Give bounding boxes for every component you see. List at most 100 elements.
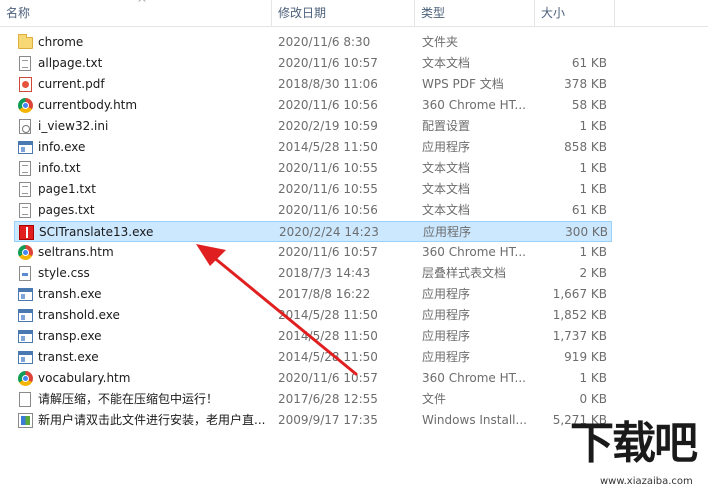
- file-size: 61 KB: [571, 203, 607, 217]
- chrome-html-icon: [18, 245, 33, 260]
- file-row[interactable]: transp.exe 2014/5/28 11:50 应用程序 1,737 KB: [14, 326, 612, 347]
- file-row[interactable]: current.pdf 2018/8/30 11:06 WPS PDF 文档 378 …: [14, 74, 612, 95]
- file-type: 应用程序: [422, 308, 471, 322]
- file-row[interactable]: 请解压缩，不能在压缩包中运行！ 2017/6/28 12:55 文件 0 KB: [14, 389, 612, 410]
- watermark-logo: 下载吧 www.xiazaiba.com: [570, 414, 708, 500]
- file-date: 2020/11/6 10:56: [278, 203, 378, 217]
- file-size: 1 KB: [579, 371, 607, 385]
- file-row[interactable]: SCITranslate13.exe 2020/2/24 14:23 应用程序 300…: [14, 221, 612, 242]
- exe-file-icon: [18, 141, 33, 154]
- file-name: current.pdf: [38, 77, 105, 91]
- file-size: 1 KB: [579, 182, 607, 196]
- file-name: page1.txt: [38, 182, 96, 196]
- file-size: [534, 32, 607, 53]
- file-date: 2020/2/24 14:23: [279, 225, 379, 239]
- file-row[interactable]: vocabulary.htm 2020/11/6 10:57 360 Chrome …: [14, 368, 612, 389]
- installer-file-icon: [18, 413, 33, 428]
- file-row[interactable]: currentbody.htm 2020/11/6 10:56 360 Chrome…: [14, 95, 612, 116]
- file-size: 1,667 KB: [552, 287, 607, 301]
- file-date: 2020/11/6 10:55: [278, 161, 378, 175]
- column-header-bar: ^ 名称 修改日期 类型 大小: [0, 0, 708, 27]
- file-name: info.exe: [38, 140, 86, 154]
- file-type: 层叠样式表文档: [422, 266, 507, 280]
- text-file-icon: [19, 56, 31, 71]
- file-size: 1,852 KB: [552, 308, 607, 322]
- file-type: 应用程序: [422, 287, 471, 301]
- chrome-html-icon: [18, 98, 33, 113]
- file-type: 360 Chrome HT...: [422, 98, 526, 112]
- file-name: allpage.txt: [38, 56, 103, 70]
- file-size: 919 KB: [564, 350, 607, 364]
- file-date: 2020/11/6 10:57: [278, 245, 378, 259]
- file-size: 1 KB: [579, 119, 607, 133]
- file-type: 应用程序: [422, 329, 471, 343]
- file-row[interactable]: pages.txt 2020/11/6 10:56 文本文档 61 KB: [14, 200, 612, 221]
- file-date: 2020/11/6 10:57: [278, 371, 378, 385]
- column-header-type[interactable]: 类型: [415, 0, 535, 26]
- file-size: 300 KB: [565, 225, 608, 239]
- file-name: SCITranslate13.exe: [39, 225, 154, 239]
- file-row[interactable]: info.exe 2014/5/28 11:50 应用程序 858 KB: [14, 137, 612, 158]
- pdf-file-icon: [19, 77, 32, 92]
- file-name: seltrans.htm: [38, 245, 114, 259]
- exe-file-icon: [18, 288, 33, 301]
- column-header-name[interactable]: 名称: [0, 0, 272, 26]
- file-date: 2014/5/28 11:50: [278, 308, 378, 322]
- column-header-size[interactable]: 大小: [535, 0, 615, 26]
- exe-file-icon: [18, 330, 33, 343]
- file-type: 文本文档: [422, 56, 471, 70]
- file-name: transh.exe: [38, 287, 102, 301]
- file-name: 新用户请双击此文件进行安装，老用户直...: [38, 413, 266, 427]
- file-name: chrome: [38, 35, 84, 49]
- file-row[interactable]: style.css 2018/7/3 14:43 层叠样式表文档 2 KB: [14, 263, 612, 284]
- file-date: 2018/7/3 14:43: [278, 266, 371, 280]
- file-name: i_view32.ini: [38, 119, 109, 133]
- file-size: 0 KB: [579, 392, 607, 406]
- text-file-icon: [19, 182, 31, 197]
- file-name: vocabulary.htm: [38, 371, 131, 385]
- file-type: 文本文档: [422, 161, 471, 175]
- file-type: 配置设置: [422, 119, 471, 133]
- file-type: WPS PDF 文档: [422, 77, 504, 91]
- file-row[interactable]: info.txt 2020/11/6 10:55 文本文档 1 KB: [14, 158, 612, 179]
- file-type: 360 Chrome HT...: [422, 371, 526, 385]
- watermark-url: www.xiazaiba.com: [600, 476, 693, 487]
- file-row[interactable]: i_view32.ini 2020/2/19 10:59 配置设置 1 KB: [14, 116, 612, 137]
- file-row[interactable]: transhold.exe 2014/5/28 11:50 应用程序 1,852 KB: [14, 305, 612, 326]
- blank-file-icon: [19, 392, 31, 407]
- column-header-date[interactable]: 修改日期: [272, 0, 415, 26]
- text-file-icon: [19, 203, 31, 218]
- file-row[interactable]: allpage.txt 2020/11/6 10:57 文本文档 61 KB: [14, 53, 612, 74]
- chrome-html-icon: [18, 371, 33, 386]
- file-type: 应用程序: [422, 350, 471, 364]
- file-date: 2014/5/28 11:50: [278, 329, 378, 343]
- file-date: 2009/9/17 17:35: [278, 413, 378, 427]
- file-row[interactable]: seltrans.htm 2020/11/6 10:57 360 Chrome HT…: [14, 242, 612, 263]
- file-type: 360 Chrome HT...: [422, 245, 526, 259]
- file-name: pages.txt: [38, 203, 95, 217]
- exe-file-icon: [18, 351, 33, 364]
- text-file-icon: [19, 161, 31, 176]
- watermark-title: 下载吧: [570, 418, 698, 469]
- file-size: 58 KB: [571, 98, 607, 112]
- red-app-icon: [19, 225, 34, 240]
- file-row[interactable]: page1.txt 2020/11/6 10:55 文本文档 1 KB: [14, 179, 612, 200]
- file-type: Windows Install...: [422, 413, 527, 427]
- file-size: 1 KB: [579, 161, 607, 175]
- file-name: transp.exe: [38, 329, 102, 343]
- file-name: transt.exe: [38, 350, 99, 364]
- file-row[interactable]: transt.exe 2014/5/28 11:50 应用程序 919 KB: [14, 347, 612, 368]
- file-row[interactable]: 新用户请双击此文件进行安装，老用户直... 2009/9/17 17:35 Wind…: [14, 410, 612, 431]
- file-date: 2014/5/28 11:50: [278, 140, 378, 154]
- file-size: 1 KB: [579, 245, 607, 259]
- file-size: 2 KB: [579, 266, 607, 280]
- file-date: 2020/11/6 10:57: [278, 56, 378, 70]
- file-date: 2014/5/28 11:50: [278, 350, 378, 364]
- file-row[interactable]: transh.exe 2017/8/8 16:22 应用程序 1,667 KB: [14, 284, 612, 305]
- file-type: 应用程序: [422, 140, 471, 154]
- file-size: 61 KB: [571, 56, 607, 70]
- file-name: 请解压缩，不能在压缩包中运行！: [38, 392, 219, 406]
- css-file-icon: [19, 266, 31, 281]
- file-date: 2017/8/8 16:22: [278, 287, 371, 301]
- file-row[interactable]: chrome 2020/11/6 8:30 文件夹: [14, 32, 612, 53]
